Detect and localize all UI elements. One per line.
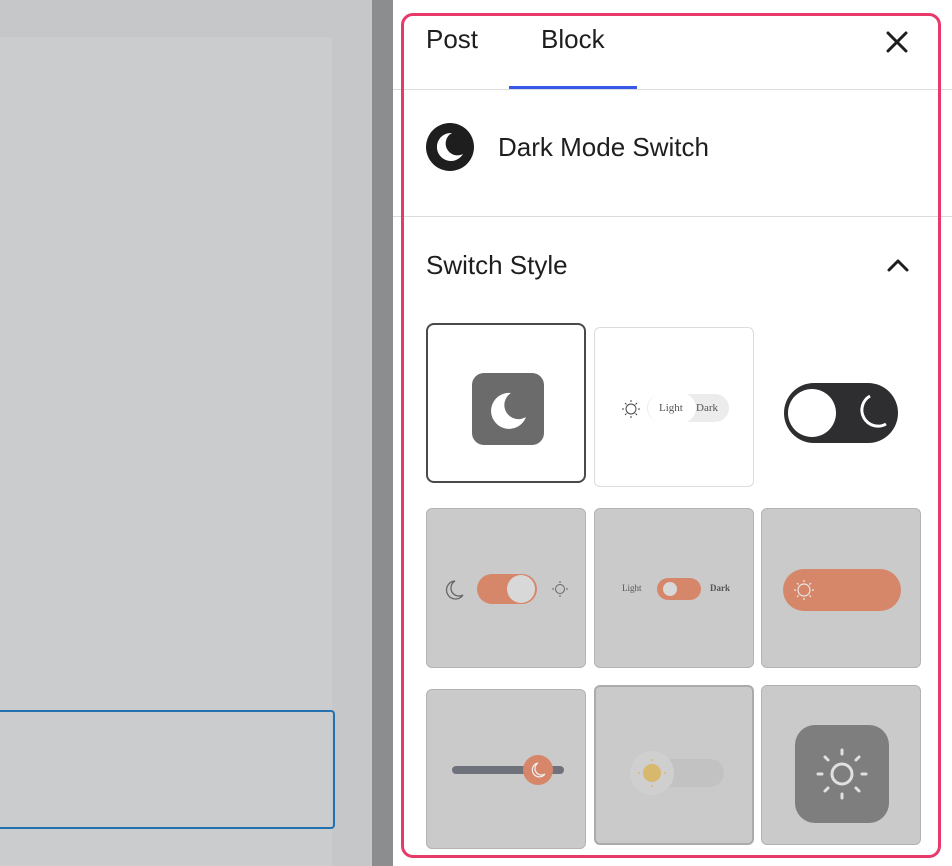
canvas-scrollbar[interactable]	[372, 0, 393, 866]
close-icon[interactable]	[883, 28, 911, 56]
style-option-6[interactable]	[761, 508, 921, 668]
sun-square-icon	[795, 725, 889, 823]
toggle-icon	[657, 578, 701, 600]
pill-sun-icon	[783, 569, 901, 611]
sidebar-tabs: Post Block	[393, 0, 952, 90]
block-card: Dark Mode Switch	[393, 90, 952, 217]
moon-square-icon	[472, 373, 544, 445]
moon-icon	[426, 123, 474, 171]
block-title: Dark Mode Switch	[498, 132, 709, 162]
dark-label: Dark	[696, 402, 718, 414]
sun-toggle-icon	[630, 751, 724, 795]
style-option-7[interactable]	[426, 689, 586, 849]
style-option-1[interactable]	[426, 323, 586, 483]
dark-label: Dark	[710, 583, 730, 593]
style-option-8[interactable]	[594, 685, 754, 845]
selected-block-outline[interactable]	[0, 710, 335, 829]
light-label: Light	[622, 583, 642, 593]
style-option-4[interactable]	[426, 508, 586, 668]
panel-title: Switch Style	[426, 250, 568, 280]
light-label: Light	[659, 402, 683, 414]
moon-toggle-sun-icon	[445, 574, 568, 604]
style-option-5[interactable]: Light Dark	[594, 508, 754, 668]
tab-block[interactable]: Block	[541, 24, 605, 55]
style-option-2[interactable]: Light Dark	[594, 327, 754, 487]
switch-style-panel-toggle[interactable]: Switch Style	[393, 217, 952, 309]
tab-post[interactable]: Post	[426, 24, 478, 55]
style-option-3[interactable]	[761, 327, 921, 487]
active-tab-indicator	[509, 86, 637, 89]
toggle-moon-icon	[784, 383, 898, 443]
style-option-9[interactable]	[761, 685, 921, 845]
slider-moon-icon	[452, 755, 564, 785]
chevron-up-icon	[887, 259, 909, 272]
